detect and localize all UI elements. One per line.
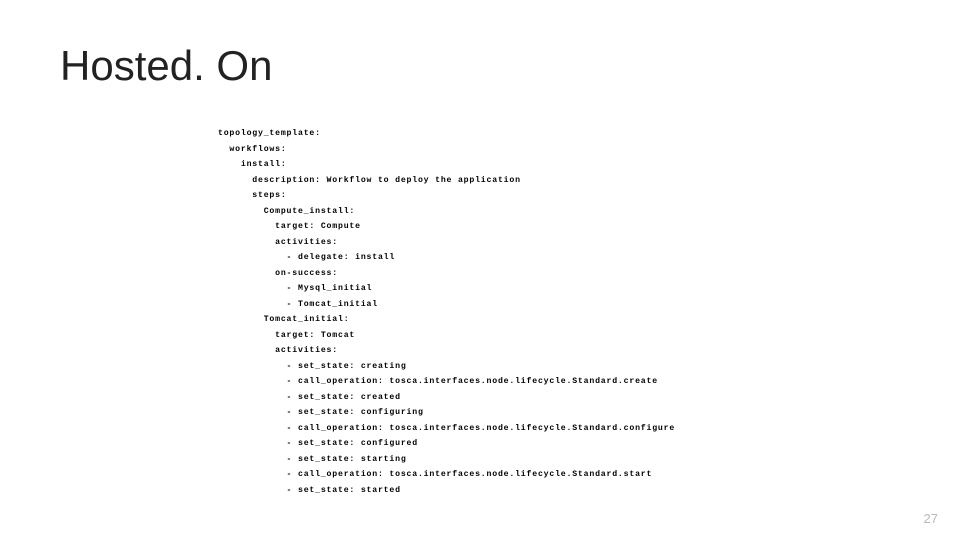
code-block: topology_template: workflows: install: d… bbox=[218, 126, 675, 498]
slide: Hosted. On topology_template: workflows:… bbox=[0, 0, 960, 540]
page-title: Hosted. On bbox=[60, 42, 272, 90]
page-number: 27 bbox=[924, 511, 938, 526]
